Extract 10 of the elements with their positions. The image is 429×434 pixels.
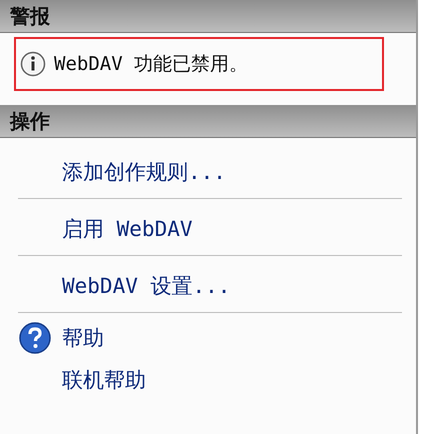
action-link[interactable]: 启用 WebDAV bbox=[62, 215, 193, 243]
alert-text: WebDAV 功能已禁用。 bbox=[54, 52, 248, 77]
section-header: 警报 bbox=[0, 0, 416, 33]
section-header: 操作 bbox=[0, 105, 416, 138]
help-icon bbox=[18, 321, 52, 355]
action-link[interactable]: 添加创作规则... bbox=[62, 158, 226, 186]
action-link[interactable]: WebDAV 设置... bbox=[62, 272, 230, 300]
action-link[interactable]: 联机帮助 bbox=[62, 366, 146, 394]
action-link[interactable]: 帮助 bbox=[62, 324, 104, 352]
info-icon bbox=[20, 51, 46, 77]
